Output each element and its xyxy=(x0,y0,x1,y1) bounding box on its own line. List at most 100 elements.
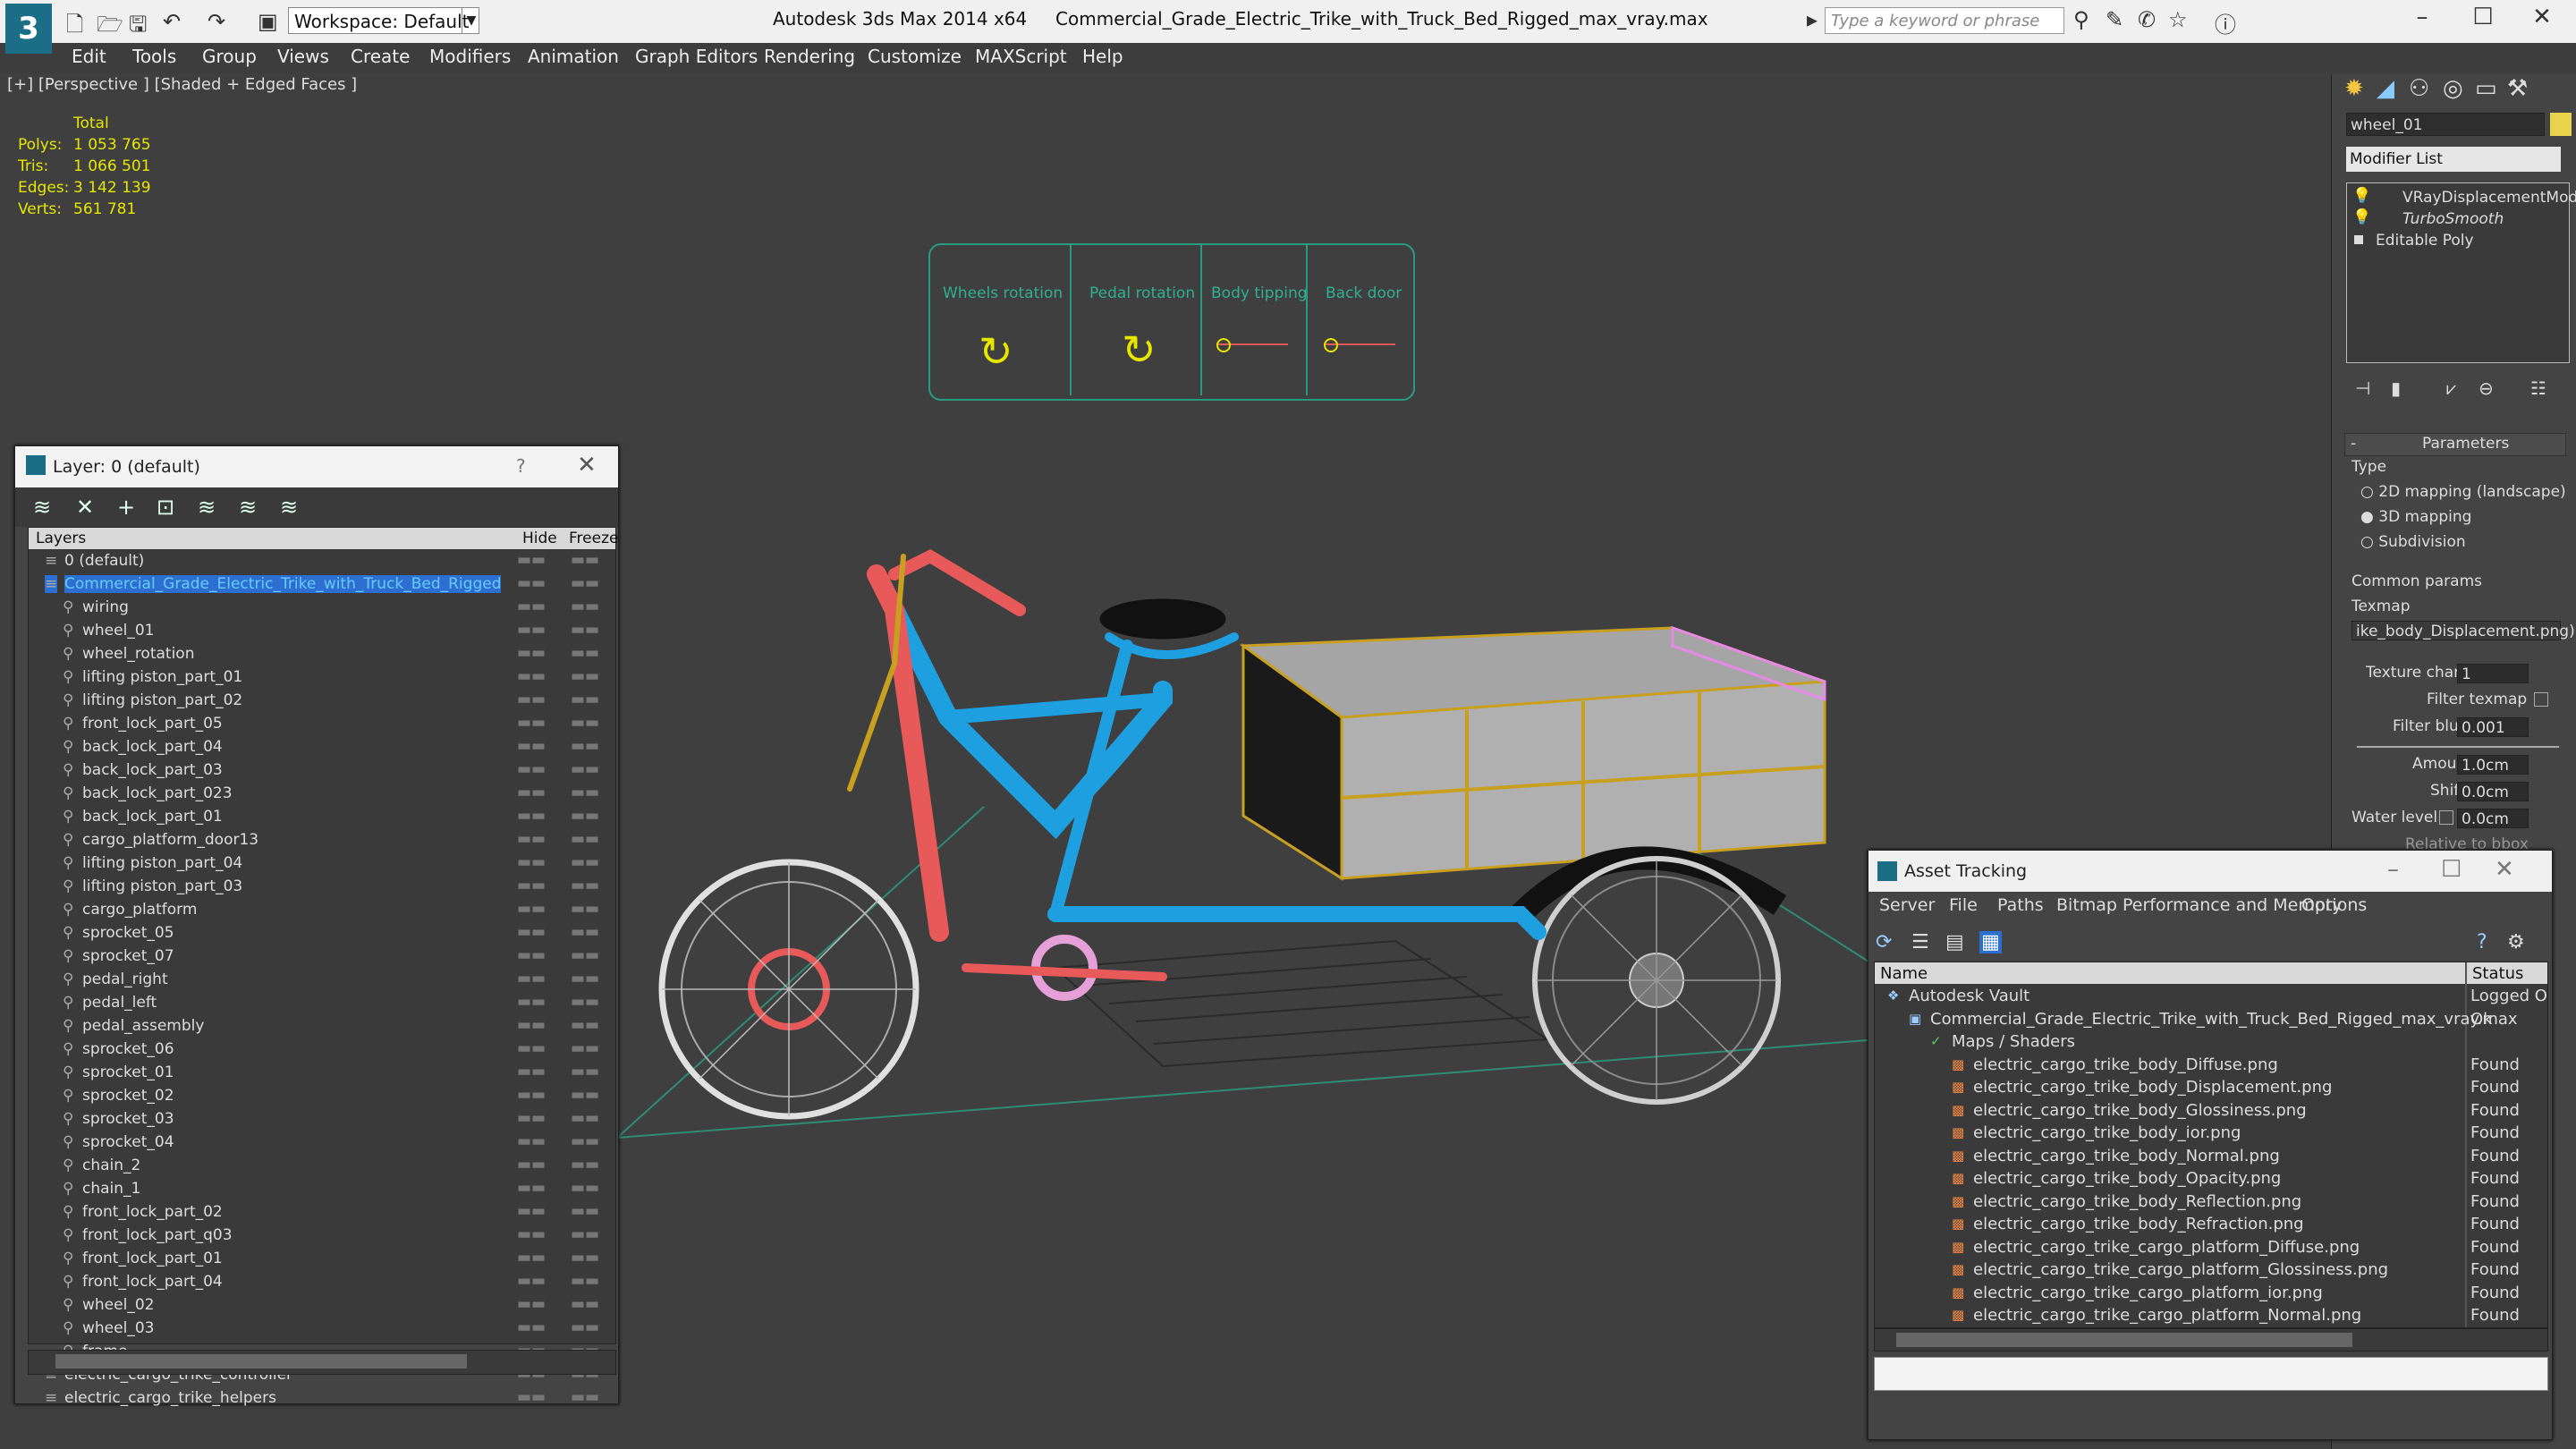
freeze-toggle-icon[interactable]: ▬▬ xyxy=(571,1179,599,1197)
menu-animation[interactable]: Animation xyxy=(528,46,619,67)
add-to-layer-icon[interactable]: + xyxy=(117,495,135,520)
modifier-item[interactable]: 💡 VRayDisplacementMod xyxy=(2347,187,2576,208)
menu-server[interactable]: Server xyxy=(1879,895,1935,915)
layer-row[interactable]: ⚲ sprocket_05 ▬▬ ▬▬ xyxy=(29,923,615,945)
menu-edit[interactable]: Edit xyxy=(72,46,106,67)
remove-modifier-icon[interactable]: ⊖ xyxy=(2479,377,2494,399)
radio-2d-mapping[interactable]: ○ 2D mapping (landscape) xyxy=(2360,483,2566,501)
body-tipping-handle-icon[interactable] xyxy=(1216,338,1231,352)
radio-subdivision[interactable]: ○ Subdivision xyxy=(2360,533,2466,551)
asset-row[interactable]: ▩ electric_cargo_trike_body_Reflection.pn… xyxy=(1875,1191,2547,1214)
menu-graph-editors[interactable]: Graph Editors xyxy=(635,46,758,67)
layer-row[interactable]: ⚲ wheel_rotation ▬▬ ▬▬ xyxy=(29,644,615,665)
freeze-toggle-icon[interactable]: ▬▬ xyxy=(571,1109,599,1127)
layer-row[interactable]: ⚲ lifting piston_part_04 ▬▬ ▬▬ xyxy=(29,853,615,875)
layer-row[interactable]: ⚲ back_lock_part_03 ▬▬ ▬▬ xyxy=(29,760,615,782)
freeze-toggle-icon[interactable]: ▬▬ xyxy=(571,900,599,918)
new-file-icon[interactable]: 🗋 xyxy=(66,9,83,46)
workspace-dropdown[interactable]: Workspace: Default xyxy=(288,7,479,34)
highlight-layer-icon[interactable]: ≋ xyxy=(198,495,216,520)
modify-tab-icon[interactable]: ◢ xyxy=(2377,75,2394,102)
amount-spinner[interactable]: 1.0cm xyxy=(2457,755,2529,775)
hide-toggle-icon[interactable]: ▬▬ xyxy=(517,1388,546,1406)
search-input[interactable]: Type a keyword or phrase xyxy=(1825,7,2064,34)
hide-toggle-icon[interactable]: ▬▬ xyxy=(517,877,546,894)
tools-icon[interactable]: ✎ xyxy=(2106,7,2123,32)
shift-spinner[interactable]: 0.0cm xyxy=(2457,782,2529,801)
hide-toggle-icon[interactable]: ▬▬ xyxy=(517,1249,546,1267)
save-file-icon[interactable]: 🖫 xyxy=(129,9,147,46)
hide-toggle-icon[interactable]: ▬▬ xyxy=(517,970,546,987)
freeze-toggle-icon[interactable]: ▬▬ xyxy=(571,877,599,894)
menu-modifiers[interactable]: Modifiers xyxy=(429,46,511,67)
help-icon[interactable]: ? xyxy=(2477,931,2487,953)
menu-options[interactable]: Options xyxy=(2301,895,2367,915)
menu-file[interactable]: File xyxy=(1949,895,1978,915)
pin-stack-icon[interactable]: ⊣ xyxy=(2355,377,2370,399)
filter-texmap-checkbox[interactable] xyxy=(2534,692,2548,707)
layer-row[interactable]: ⚲ sprocket_02 ▬▬ ▬▬ xyxy=(29,1086,615,1107)
settings-icon[interactable]: ⚙ xyxy=(2507,931,2525,953)
freeze-toggle-icon[interactable]: ▬▬ xyxy=(571,667,599,685)
hide-toggle-icon[interactable]: ▬▬ xyxy=(517,1039,546,1057)
col-status[interactable]: Status xyxy=(2472,964,2523,983)
object-name-field[interactable]: wheel_01 xyxy=(2346,113,2545,136)
freeze-toggle-icon[interactable]: ▬▬ xyxy=(571,946,599,964)
hide-toggle-icon[interactable]: ▬▬ xyxy=(517,621,546,639)
texture-chan-spinner[interactable]: 1 xyxy=(2457,664,2529,683)
freeze-toggle-icon[interactable]: ▬▬ xyxy=(571,923,599,941)
texmap-button[interactable]: ike_body_Displacement.png) xyxy=(2351,621,2575,640)
utilities-tab-icon[interactable]: ⚒ xyxy=(2507,75,2528,102)
object-color-swatch[interactable] xyxy=(2550,113,2572,136)
layer-row[interactable]: ⚲ pedal_assembly ▬▬ ▬▬ xyxy=(29,1016,615,1038)
menu-maxscript[interactable]: MAXScript xyxy=(975,46,1067,67)
delete-layer-icon[interactable]: ✕ xyxy=(76,495,94,520)
play-arrow-icon[interactable]: ▸ xyxy=(1807,7,1818,32)
freeze-all-icon[interactable]: ≋ xyxy=(280,495,298,520)
hide-all-icon[interactable]: ≋ xyxy=(239,495,257,520)
thumbnail-view-icon[interactable]: ▤ xyxy=(1945,931,1964,953)
create-layer-icon[interactable]: ≋ xyxy=(33,495,51,520)
show-end-result-icon[interactable]: ▮ xyxy=(2391,377,2401,399)
asset-row[interactable]: ▩ electric_cargo_trike_body_Glossiness.pn… xyxy=(1875,1100,2547,1123)
menu-views[interactable]: Views xyxy=(277,46,329,67)
close-icon[interactable]: ✕ xyxy=(577,452,597,479)
menu-customize[interactable]: Customize xyxy=(868,46,962,67)
hide-toggle-icon[interactable]: ▬▬ xyxy=(517,1132,546,1150)
layer-row[interactable]: ⚲ sprocket_01 ▬▬ ▬▬ xyxy=(29,1063,615,1084)
menu-tools[interactable]: Tools xyxy=(132,46,176,67)
hide-toggle-icon[interactable]: ▬▬ xyxy=(517,1156,546,1174)
layer-row[interactable]: ⚲ front_lock_part_01 ▬▬ ▬▬ xyxy=(29,1249,615,1270)
list-view-icon[interactable]: ☰ xyxy=(1911,931,1929,953)
communication-icon[interactable]: ✆ xyxy=(2138,7,2156,32)
freeze-toggle-icon[interactable]: ▬▬ xyxy=(571,1249,599,1267)
hide-toggle-icon[interactable]: ▬▬ xyxy=(517,900,546,918)
freeze-toggle-icon[interactable]: ▬▬ xyxy=(571,714,599,732)
hide-toggle-icon[interactable]: ▬▬ xyxy=(517,737,546,755)
hide-toggle-icon[interactable]: ▬▬ xyxy=(517,1318,546,1336)
freeze-toggle-icon[interactable]: ▬▬ xyxy=(571,1388,599,1406)
asset-row[interactable]: ▩ electric_cargo_trike_cargo_platform_ior… xyxy=(1875,1283,2547,1305)
hide-toggle-icon[interactable]: ▬▬ xyxy=(517,551,546,569)
layer-row[interactable]: ⚲ back_lock_part_04 ▬▬ ▬▬ xyxy=(29,737,615,758)
layer-row[interactable]: ⚲ cargo_platform_door13 ▬▬ ▬▬ xyxy=(29,830,615,852)
scroll-thumb[interactable] xyxy=(1896,1333,2352,1347)
asset-row[interactable]: ▩ electric_cargo_trike_body_ior.png Found xyxy=(1875,1123,2547,1145)
parameters-rollout-header[interactable]: - Parameters xyxy=(2344,433,2566,456)
help-icon[interactable]: ? xyxy=(516,455,526,477)
layer-row[interactable]: ⚲ front_lock_part_q03 ▬▬ ▬▬ xyxy=(29,1225,615,1247)
layer-row[interactable]: ⚲ chain_2 ▬▬ ▬▬ xyxy=(29,1156,615,1177)
layer-row[interactable]: ⚲ chain_1 ▬▬ ▬▬ xyxy=(29,1179,615,1200)
modifier-list-dropdown[interactable]: Modifier List xyxy=(2346,147,2561,172)
filter-blur-spinner[interactable]: 0.001 xyxy=(2457,717,2529,737)
freeze-toggle-icon[interactable]: ▬▬ xyxy=(571,1156,599,1174)
hide-toggle-icon[interactable]: ▬▬ xyxy=(517,574,546,592)
hierarchy-tab-icon[interactable]: ⚇ xyxy=(2409,75,2429,102)
menu-bitmap-performance[interactable]: Bitmap Performance and Memory xyxy=(2056,895,2343,915)
asset-row[interactable]: ▣ Commercial_Grade_Electric_Trike_with_Tr… xyxy=(1875,1009,2547,1031)
menu-rendering[interactable]: Rendering xyxy=(764,46,855,67)
hide-toggle-icon[interactable]: ▬▬ xyxy=(517,923,546,941)
freeze-toggle-icon[interactable]: ▬▬ xyxy=(571,551,599,569)
motion-tab-icon[interactable]: ◎ xyxy=(2443,75,2463,102)
layer-row[interactable]: ⚲ sprocket_03 ▬▬ ▬▬ xyxy=(29,1109,615,1131)
